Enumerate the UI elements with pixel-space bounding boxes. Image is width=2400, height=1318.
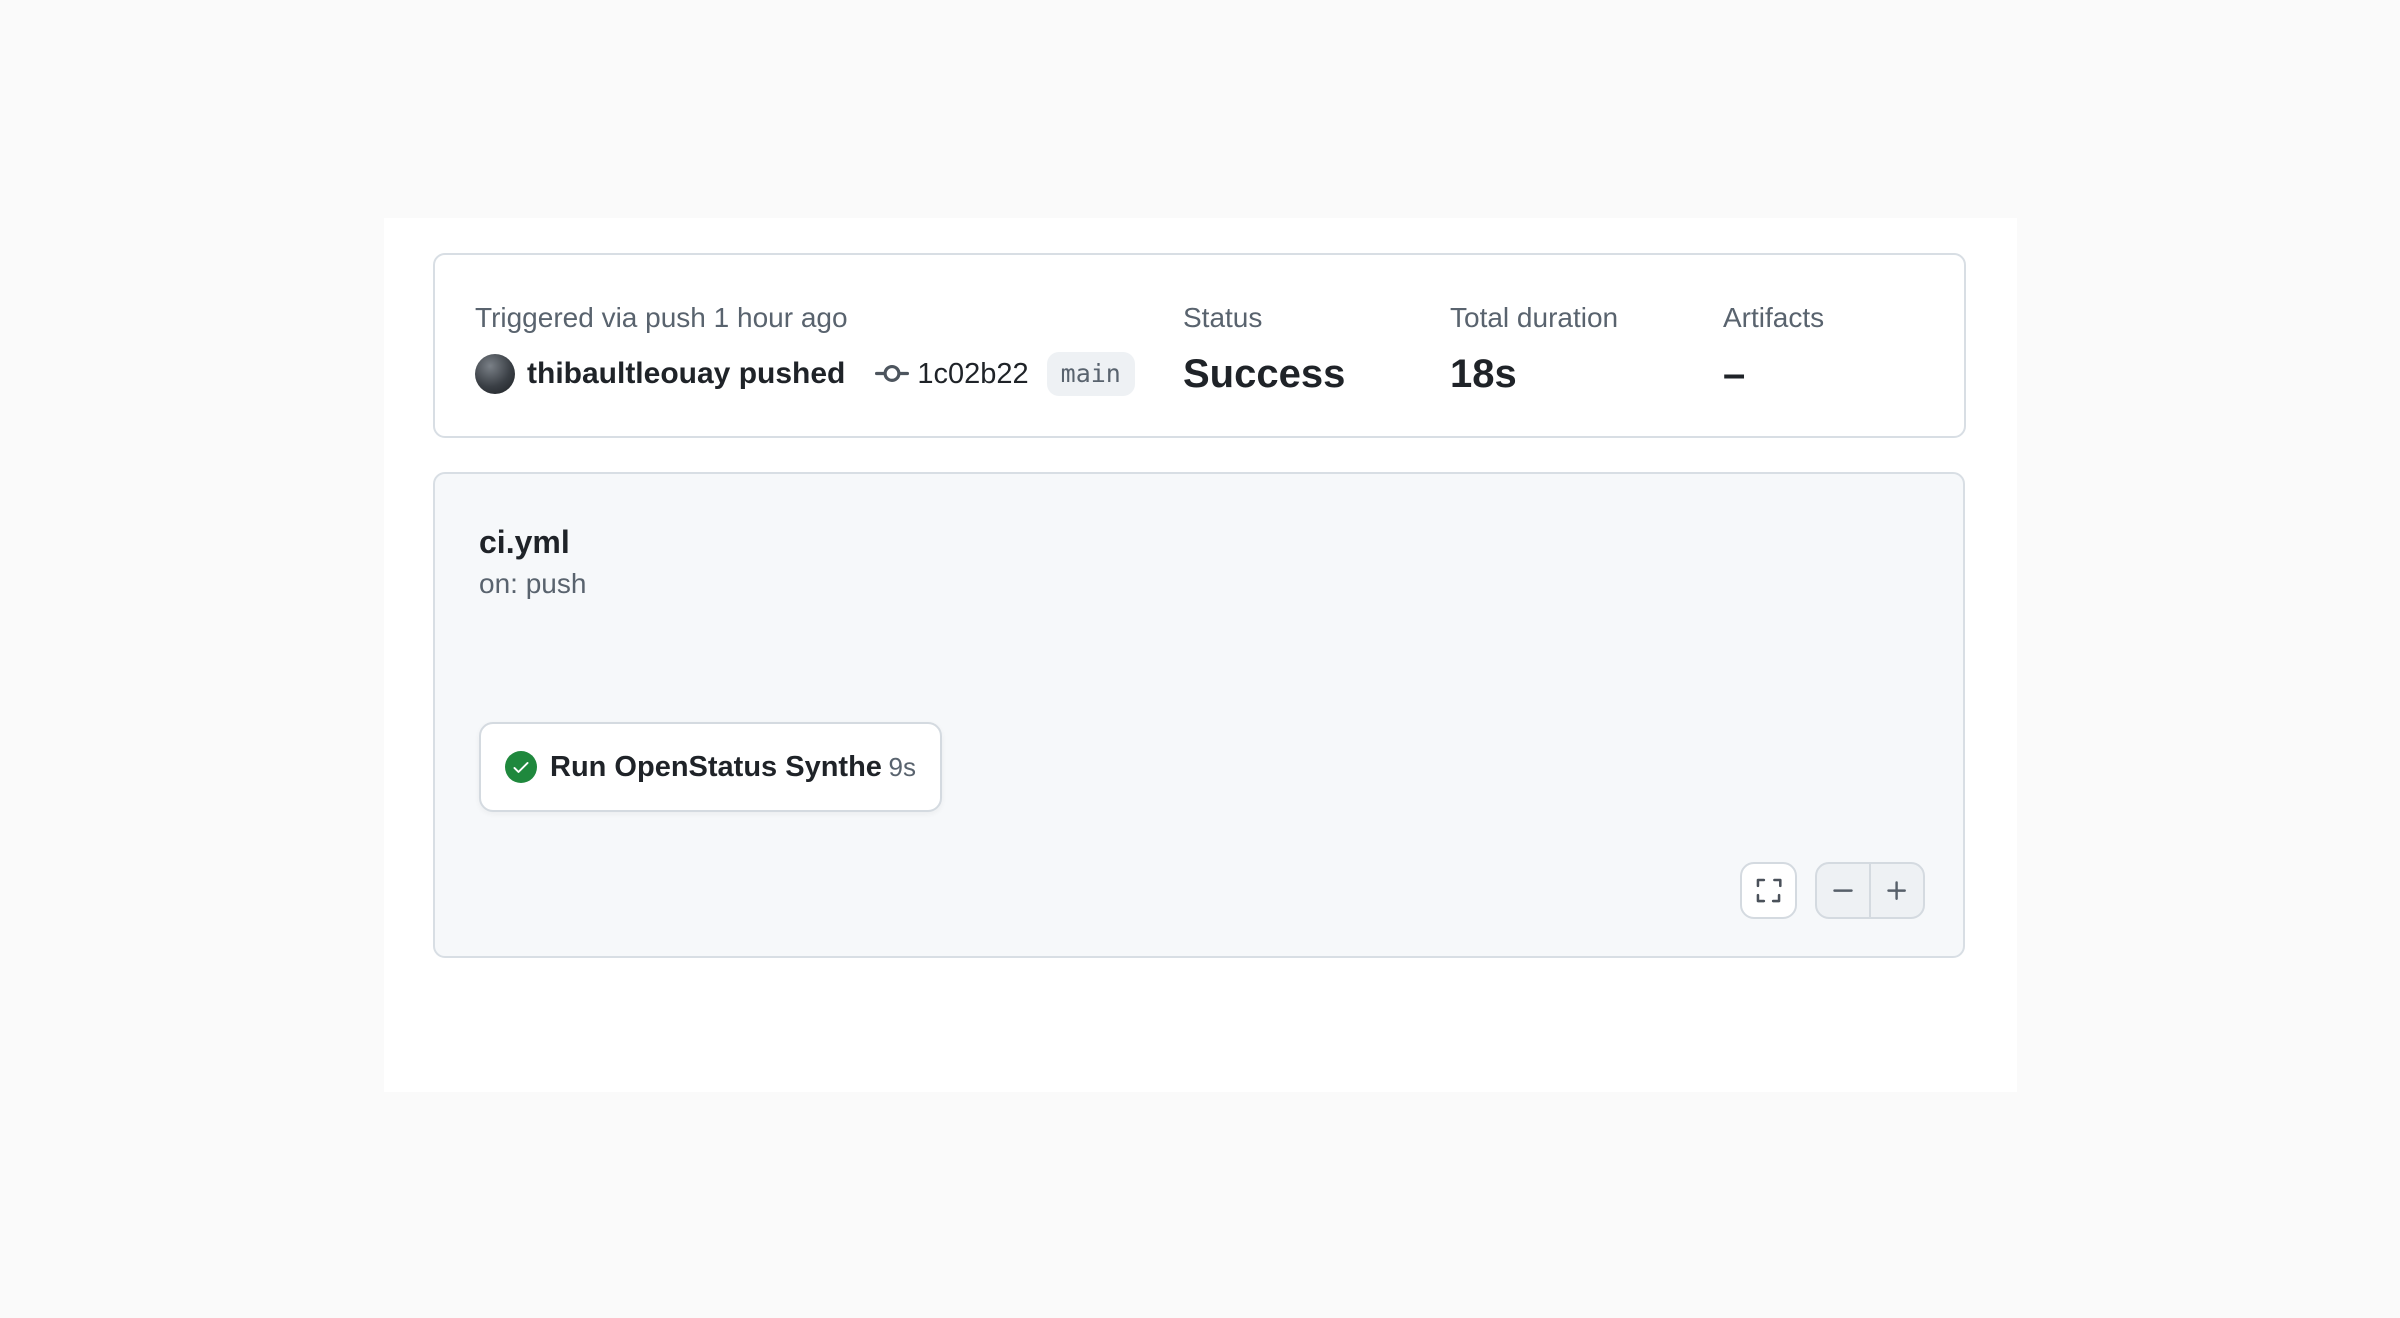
duration-column: Total duration 18s xyxy=(1450,255,1723,436)
commit-sha-link[interactable]: 1c02b22 xyxy=(917,358,1028,391)
workflow-graph-header: ci.yml on: push xyxy=(479,522,586,601)
status-label: Status xyxy=(1183,300,1450,336)
status-value: Success xyxy=(1183,350,1450,398)
artifacts-label: Artifacts xyxy=(1723,300,1964,336)
actor-username[interactable]: thibaultleouay xyxy=(527,357,730,390)
fullscreen-button[interactable] xyxy=(1740,862,1797,919)
actor-line: thibaultleouay pushed 1c02b22 main xyxy=(475,352,1183,396)
duration-value: 18s xyxy=(1450,350,1723,398)
artifacts-column: Artifacts – xyxy=(1723,255,1964,436)
artifacts-value: – xyxy=(1723,350,1964,398)
workflow-file-name: ci.yml xyxy=(479,522,586,562)
minus-icon xyxy=(1830,878,1856,904)
avatar[interactable] xyxy=(475,354,515,394)
branch-label[interactable]: main xyxy=(1047,352,1135,396)
workflow-graph-card: ci.yml on: push Run OpenStatus Synthetic… xyxy=(433,472,1965,958)
job-node[interactable]: Run OpenStatus Synthetic... 9s xyxy=(479,722,942,812)
run-summary-card: Triggered via push 1 hour ago thibaultle… xyxy=(433,253,1966,438)
actor-name-link[interactable]: thibaultleouay pushed xyxy=(527,357,845,391)
screen-full-icon xyxy=(1755,877,1782,904)
zoom-out-button[interactable] xyxy=(1817,864,1869,917)
job-duration: 9s xyxy=(889,752,916,783)
zoom-control-group xyxy=(1815,862,1925,919)
actor-action: pushed xyxy=(739,357,846,390)
job-name[interactable]: Run OpenStatus Synthetic... xyxy=(550,751,881,784)
duration-label: Total duration xyxy=(1450,300,1723,336)
status-column: Status Success xyxy=(1183,255,1450,436)
run-summary-surface: Triggered via push 1 hour ago thibaultle… xyxy=(384,218,2017,1092)
trigger-info-block: Triggered via push 1 hour ago thibaultle… xyxy=(435,255,1183,436)
triggered-via-text: Triggered via push 1 hour ago xyxy=(475,300,1183,336)
check-circle-icon xyxy=(505,751,537,783)
git-commit-icon xyxy=(875,357,909,391)
workflow-trigger-text: on: push xyxy=(479,567,586,601)
plus-icon xyxy=(1884,878,1910,904)
zoom-in-button[interactable] xyxy=(1869,864,1923,917)
